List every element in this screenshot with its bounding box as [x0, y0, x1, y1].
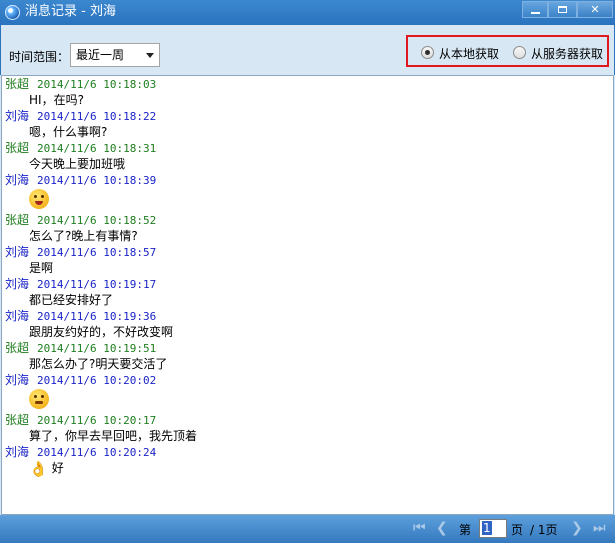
- message-meta: 张超 2014/11/6 10:20:17: [2, 412, 613, 428]
- sender-name: 张超: [5, 77, 30, 91]
- message-meta: 张超 2014/11/6 10:18:52: [2, 212, 613, 228]
- crying-face-icon: [29, 189, 49, 209]
- message-time: 2014/11/6 10:20:17: [37, 414, 157, 427]
- time-range-value: 最近一周: [76, 48, 125, 62]
- app-logo-icon: [5, 5, 20, 20]
- message-text: 跟朋友约好的，不好改变啊: [29, 325, 174, 339]
- sender-name: 张超: [5, 141, 30, 155]
- message-text: 算了，你早去早回吧，我先顶着: [29, 429, 198, 443]
- message-text: 那怎么办了?明天要交活了: [29, 357, 168, 371]
- message-text-row: 👌 好: [2, 460, 613, 484]
- message-item: 刘海 2014/11/6 10:20:24 👌 好: [2, 444, 613, 484]
- window-title: 消息记录 - 刘海: [25, 4, 116, 19]
- chevron-down-icon: [146, 53, 154, 58]
- frustrated-face-icon: [29, 389, 49, 409]
- sender-name: 刘海: [5, 109, 30, 123]
- message-text: 怎么了?晚上有事情?: [29, 229, 138, 243]
- message-time: 2014/11/6 10:19:17: [37, 278, 157, 291]
- message-meta: 刘海 2014/11/6 10:19:17: [2, 276, 613, 292]
- next-page-icon[interactable]: ❯: [571, 520, 583, 536]
- sender-name: 刘海: [5, 309, 30, 323]
- message-meta: 刘海 2014/11/6 10:18:22: [2, 108, 613, 124]
- local-source-radio[interactable]: [421, 46, 434, 59]
- message-text: 是啊: [29, 261, 54, 275]
- message-time: 2014/11/6 10:18:31: [37, 142, 157, 155]
- message-time: 2014/11/6 10:20:02: [37, 374, 157, 387]
- message-text: 都已经安排好了: [29, 293, 114, 307]
- message-meta: 刘海 2014/11/6 10:18:57: [2, 244, 613, 260]
- message-item: 张超 2014/11/6 10:18:52 怎么了?晚上有事情?: [2, 212, 613, 244]
- message-item: 刘海 2014/11/6 10:19:17 都已经安排好了: [2, 276, 613, 308]
- time-range-select[interactable]: 最近一周: [70, 43, 160, 67]
- sender-name: 张超: [5, 413, 30, 427]
- message-item: 张超 2014/11/6 10:20:17 算了，你早去早回吧，我先顶着: [2, 412, 613, 444]
- toolbar: 时间范围： 最近一周 从本地获取 从服务器获取: [0, 25, 615, 75]
- minimize-button[interactable]: [522, 1, 548, 18]
- message-meta: 张超 2014/11/6 10:18:03: [2, 76, 613, 92]
- message-text: 嗯，什么事啊?: [29, 125, 108, 139]
- sender-name: 刘海: [5, 277, 30, 291]
- message-item: 张超 2014/11/6 10:18:03 HI，在吗?: [2, 76, 613, 108]
- message-time: 2014/11/6 10:18:22: [37, 110, 157, 123]
- message-item: 张超 2014/11/6 10:18:31 今天晚上要加班哦: [2, 140, 613, 172]
- message-meta: 刘海 2014/11/6 10:20:02: [2, 372, 613, 388]
- page-suffix: 页: [511, 523, 524, 537]
- server-source-label[interactable]: 从服务器获取: [531, 45, 603, 62]
- message-meta: 张超 2014/11/6 10:18:31: [2, 140, 613, 156]
- local-source-label[interactable]: 从本地获取: [439, 45, 499, 62]
- message-time: 2014/11/6 10:18:03: [37, 78, 157, 91]
- ok-hand-icon: 👌: [29, 459, 48, 478]
- server-source-radio[interactable]: [513, 46, 526, 59]
- message-time: 2014/11/6 10:18:39: [37, 174, 157, 187]
- message-time: 2014/11/6 10:19:36: [37, 310, 157, 323]
- source-options: 从本地获取 从服务器获取: [406, 35, 609, 67]
- pager-bar: ⏮ ❮ 第 1 页 / 1页 ❯ ⏭: [0, 515, 615, 543]
- sender-name: 刘海: [5, 373, 30, 387]
- message-item: 刘海 2014/11/6 10:20:02: [2, 372, 613, 412]
- sender-name: 刘海: [5, 445, 30, 459]
- message-history[interactable]: 张超 2014/11/6 10:18:03 HI，在吗? 刘海 2014/11/6 …: [1, 75, 614, 515]
- message-meta: 刘海 2014/11/6 10:20:24: [2, 444, 613, 460]
- close-icon: ✕: [590, 3, 600, 16]
- message-meta: 刘海 2014/11/6 10:19:36: [2, 308, 613, 324]
- message-text: 今天晚上要加班哦: [29, 157, 126, 171]
- message-text: 好: [51, 461, 64, 475]
- message-meta: 刘海 2014/11/6 10:18:39: [2, 172, 613, 188]
- message-item: 刘海 2014/11/6 10:18:57 是啊: [2, 244, 613, 276]
- last-page-icon[interactable]: ⏭: [593, 520, 606, 536]
- maximize-button[interactable]: [548, 1, 577, 18]
- sender-name: 张超: [5, 341, 30, 355]
- message-meta: 张超 2014/11/6 10:19:51: [2, 340, 613, 356]
- sender-name: 刘海: [5, 173, 30, 187]
- page-prefix: 第: [459, 523, 472, 537]
- page-number-input[interactable]: 1: [479, 519, 507, 538]
- message-item: 张超 2014/11/6 10:19:51 那怎么办了?明天要交活了: [2, 340, 613, 372]
- sender-name: 刘海: [5, 245, 30, 259]
- message-emoji: [2, 188, 613, 212]
- title-bar: 消息记录 - 刘海 ✕: [0, 0, 615, 25]
- message-item: 刘海 2014/11/6 10:19:36 跟朋友约好的，不好改变啊: [2, 308, 613, 340]
- message-item: 刘海 2014/11/6 10:18:39: [2, 172, 613, 212]
- message-item: 刘海 2014/11/6 10:18:22 嗯，什么事啊?: [2, 108, 613, 140]
- maximize-icon: [558, 6, 567, 13]
- page-total: / 1页: [530, 523, 558, 537]
- sender-name: 张超: [5, 213, 30, 227]
- message-time: 2014/11/6 10:20:24: [37, 446, 157, 459]
- page-number-value: 1: [482, 521, 492, 535]
- minimize-icon: [530, 12, 540, 14]
- message-time: 2014/11/6 10:18:52: [37, 214, 157, 227]
- message-text: HI，在吗?: [29, 93, 84, 107]
- previous-page-icon[interactable]: ❮: [436, 520, 448, 536]
- time-range-label: 时间范围：: [9, 50, 70, 64]
- message-time: 2014/11/6 10:19:51: [37, 342, 157, 355]
- close-button[interactable]: ✕: [577, 1, 613, 18]
- message-emoji: [2, 388, 613, 412]
- message-time: 2014/11/6 10:18:57: [37, 246, 157, 259]
- first-page-icon[interactable]: ⏮: [413, 520, 426, 536]
